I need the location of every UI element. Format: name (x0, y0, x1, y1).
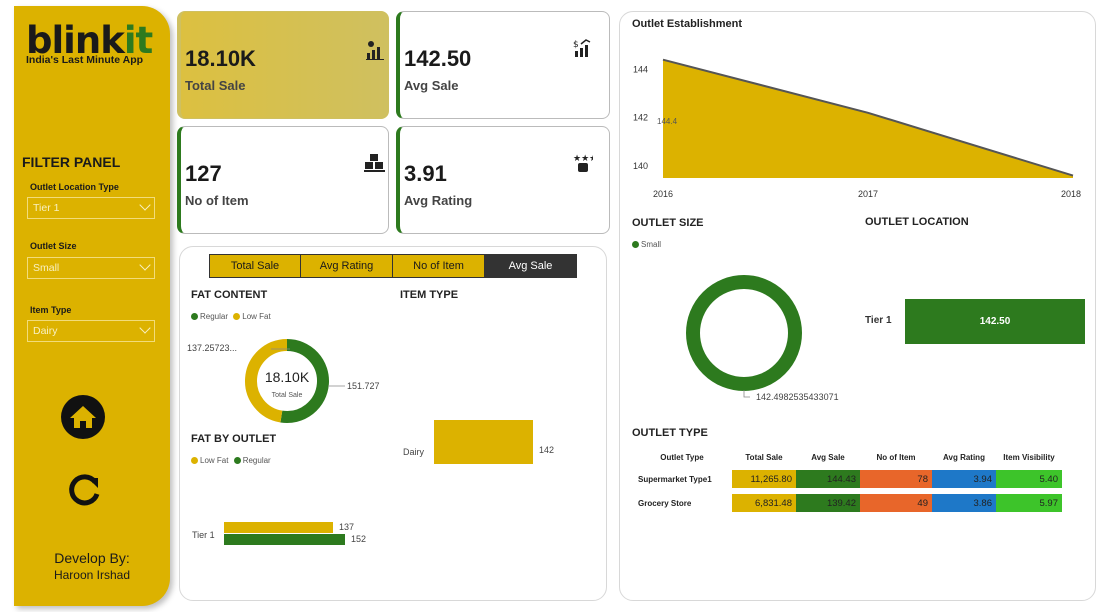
outlet-location-title: OUTLET LOCATION (865, 216, 969, 228)
outlet-type-table: Outlet Type Total Sale Avg Sale No of It… (632, 444, 1062, 518)
brand-tagline: India's Last Minute App (26, 54, 144, 66)
cell-avg-rating: 3.86 (932, 494, 996, 512)
filter-label-item-type: Item Type (30, 305, 72, 315)
fat-by-outlet-category: Tier 1 (192, 530, 215, 540)
item-type-bar-dairy[interactable] (434, 420, 533, 464)
outlet-size-slice-small (686, 275, 802, 391)
kpi-label: Avg Rating (404, 193, 473, 208)
kpi-avg-sale-card[interactable]: 142.50 Avg Sale $ (396, 11, 610, 119)
fat-by-outlet-value-regular: 152 (351, 534, 367, 544)
fat-content-title: FAT CONTENT (191, 289, 268, 301)
fat-regular-label: 151.727 (347, 381, 380, 391)
outlet-location-bar-tier-1[interactable]: 142.50 (905, 299, 1085, 344)
y-tick-label: 144 (633, 64, 648, 74)
cell-total-sale: 6,831.48 (732, 494, 796, 512)
kpi-value: 127 (185, 161, 222, 186)
fat-by-outlet-bar-regular[interactable] (224, 534, 345, 545)
x-tick-label: 2018 (1061, 189, 1081, 199)
item-type-category: Dairy (403, 447, 425, 457)
svg-text:★★★: ★★★ (573, 154, 593, 164)
column-header[interactable]: Total Sale (732, 450, 796, 464)
table-header-row: Outlet Type Total Sale Avg Sale No of It… (632, 450, 1062, 464)
kpi-no-of-item-card[interactable]: 127 No of Item (177, 126, 389, 234)
cell-outlet-type: Supermarket Type1 (638, 474, 712, 484)
donut-center-value: 18.10K (264, 369, 310, 385)
fat-by-outlet-bar-low-fat[interactable] (224, 522, 333, 533)
filter-sidebar: blinkit India's Last Minute App FILTER P… (14, 6, 170, 606)
x-tick-label: 2017 (858, 189, 878, 199)
cell-item-visibility: 5.40 (996, 470, 1062, 488)
cell-total-sale: 11,265.80 (732, 470, 796, 488)
filter-label-size: Outlet Size (30, 241, 77, 251)
cell-avg-sale: 144.43 (796, 470, 860, 488)
data-label: 144.4 (657, 117, 678, 126)
column-header[interactable]: Outlet Type (632, 450, 732, 464)
rating-stars-icon: ★★★ (573, 154, 593, 172)
column-header[interactable]: No of Item (860, 450, 932, 464)
cell-item-visibility: 5.97 (996, 494, 1062, 512)
x-tick-label: 2016 (653, 189, 673, 199)
kpi-value: 18.10K (185, 46, 256, 71)
fat-low-fat-label: 137.25723... (187, 343, 238, 353)
chevron-down-icon (139, 259, 151, 271)
outlet-size-title: OUTLET SIZE (632, 217, 704, 229)
fat-by-outlet-title: FAT BY OUTLET (191, 433, 277, 445)
outlet-size-legend: Small (632, 240, 661, 249)
kpi-value: 142.50 (404, 46, 472, 71)
svg-text:$: $ (573, 40, 579, 50)
refresh-icon[interactable] (64, 470, 104, 515)
item-type-title: ITEM TYPE (400, 289, 459, 301)
filter-panel-title: FILTER PANEL (22, 154, 121, 170)
outlet-establishment-area-chart[interactable]: 140 142 144 2016 2017 2018 144.4 (625, 40, 1090, 202)
boxes-icon (364, 154, 385, 172)
outlet-size-donut[interactable] (680, 270, 810, 405)
kpi-avg-rating-card[interactable]: 3.91 Avg Rating ★★★ (396, 126, 610, 234)
home-icon[interactable] (60, 394, 106, 445)
outlet-size-slicer[interactable]: Small (27, 257, 155, 279)
outlet-location-slicer[interactable]: Tier 1 (27, 197, 155, 219)
fat-content-legend: Regular Low Fat (191, 312, 271, 321)
developer-credit-line2: Haroon Irshad (53, 568, 131, 582)
cell-no-of-item: 49 (860, 494, 932, 512)
table-row[interactable]: Supermarket Type1 11,265.80 144.43 78 3.… (632, 470, 1062, 488)
cell-avg-sale: 139.42 (796, 494, 860, 512)
column-header[interactable]: Avg Rating (932, 450, 996, 464)
item-type-value: 142 (539, 445, 555, 455)
measure-button-no-of-item[interactable]: No of Item (392, 254, 485, 278)
table-row[interactable]: Grocery Store 6,831.48 139.42 49 3.86 5.… (632, 494, 1062, 512)
filter-label-location: Outlet Location Type (30, 182, 119, 192)
y-tick-label: 142 (633, 113, 648, 123)
cell-no-of-item: 78 (860, 470, 932, 488)
donut-center-label: Total Sale (271, 392, 303, 399)
column-header[interactable]: Item Visibility (996, 450, 1062, 464)
y-tick-label: 140 (633, 161, 648, 171)
developer-credit-line1: Develop By: (54, 550, 130, 566)
outlet-size-value-label: 142.4982535433071 (756, 392, 839, 402)
measure-button-avg-sale[interactable]: Avg Sale (484, 254, 577, 278)
sales-chart-icon (366, 41, 384, 60)
outlet-type-title: OUTLET TYPE (632, 427, 708, 439)
fat-by-outlet-value-low-fat: 137 (339, 522, 355, 532)
fat-by-outlet-legend: Low Fat Regular (191, 456, 271, 465)
outlet-type-table-wrap: Outlet Type Total Sale Avg Sale No of It… (632, 444, 1062, 518)
cell-avg-rating: 3.94 (932, 470, 996, 488)
measure-button-avg-rating[interactable]: Avg Rating (300, 254, 393, 278)
column-header[interactable]: Avg Sale (796, 450, 860, 464)
area-fill (663, 59, 1073, 178)
outlet-establishment-title: Outlet Establishment (632, 18, 743, 30)
kpi-value: 3.91 (404, 161, 447, 186)
chevron-down-icon (139, 199, 151, 211)
kpi-total-sale-card[interactable]: 18.10K Total Sale (177, 11, 389, 119)
measure-button-total-sale[interactable]: Total Sale (209, 254, 301, 278)
kpi-label: Total Sale (185, 78, 246, 93)
growth-chart-icon: $ (573, 39, 591, 57)
cell-outlet-type: Grocery Store (638, 498, 692, 508)
chevron-down-icon (139, 322, 151, 334)
item-type-slicer[interactable]: Dairy (27, 320, 155, 342)
outlet-location-category: Tier 1 (865, 315, 892, 326)
kpi-label: No of Item (185, 193, 249, 208)
kpi-label: Avg Sale (404, 78, 459, 93)
